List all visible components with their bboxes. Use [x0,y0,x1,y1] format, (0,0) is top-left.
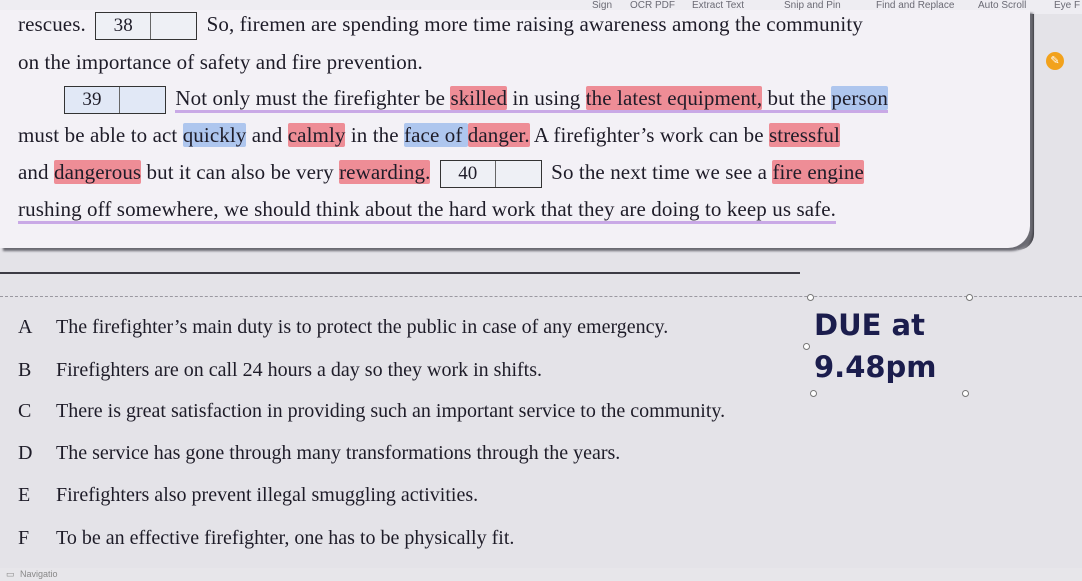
due-annotation-line-1[interactable]: DUE at [814,308,925,342]
dashed-divider [0,296,1082,298]
gap-39-answer-box[interactable]: 39 [64,86,166,115]
due-annotation-line-2[interactable]: 9.48pm [814,350,937,384]
option-c[interactable]: C There is great satisfaction in providin… [18,400,725,423]
divider [0,272,800,274]
pencil-icon[interactable]: ✎ [1046,52,1064,70]
annotation-handle-icon[interactable] [810,390,817,397]
passage-line-5: and dangerous but it can also be very re… [18,160,864,189]
passage-line-6: rushing off somewhere, we should think a… [18,197,836,224]
bottom-bar: ▭ Navigatio [0,568,1082,581]
annotation-handle-icon[interactable] [807,294,814,301]
navigation-panel-icon[interactable]: ▭ [6,569,15,580]
passage-line-2: on the importance of safety and fire pre… [18,50,423,74]
passage-line-3: 39 Not only must the firefighter be skil… [60,86,888,115]
option-a[interactable]: A The firefighter’s main duty is to prote… [18,316,668,339]
passage-line-4: must be able to act quickly and calmly i… [18,123,840,147]
option-e[interactable]: E Firefighters also prevent illegal smugg… [18,484,478,507]
option-b[interactable]: B Firefighters are on call 24 hours a day… [18,359,542,382]
annotation-handle-icon[interactable] [962,390,969,397]
annotation-handle-icon[interactable] [803,343,810,350]
annotation-handle-icon[interactable] [966,294,973,301]
option-f[interactable]: F To be an effective firefighter, one has… [18,527,514,550]
passage-line-1: rescues. 38 So, firemen are spending mor… [18,12,863,41]
gap-40-answer-box[interactable]: 40 [439,160,542,189]
option-d[interactable]: D The service has gone through many trans… [18,442,620,465]
gap-38-answer-box[interactable]: 38 [95,12,198,41]
eye-button[interactable]: Eye F [1054,0,1080,11]
navigation-label[interactable]: Navigatio [20,569,58,579]
document-page: rescues. 38 So, firemen are spending mor… [0,10,1030,248]
